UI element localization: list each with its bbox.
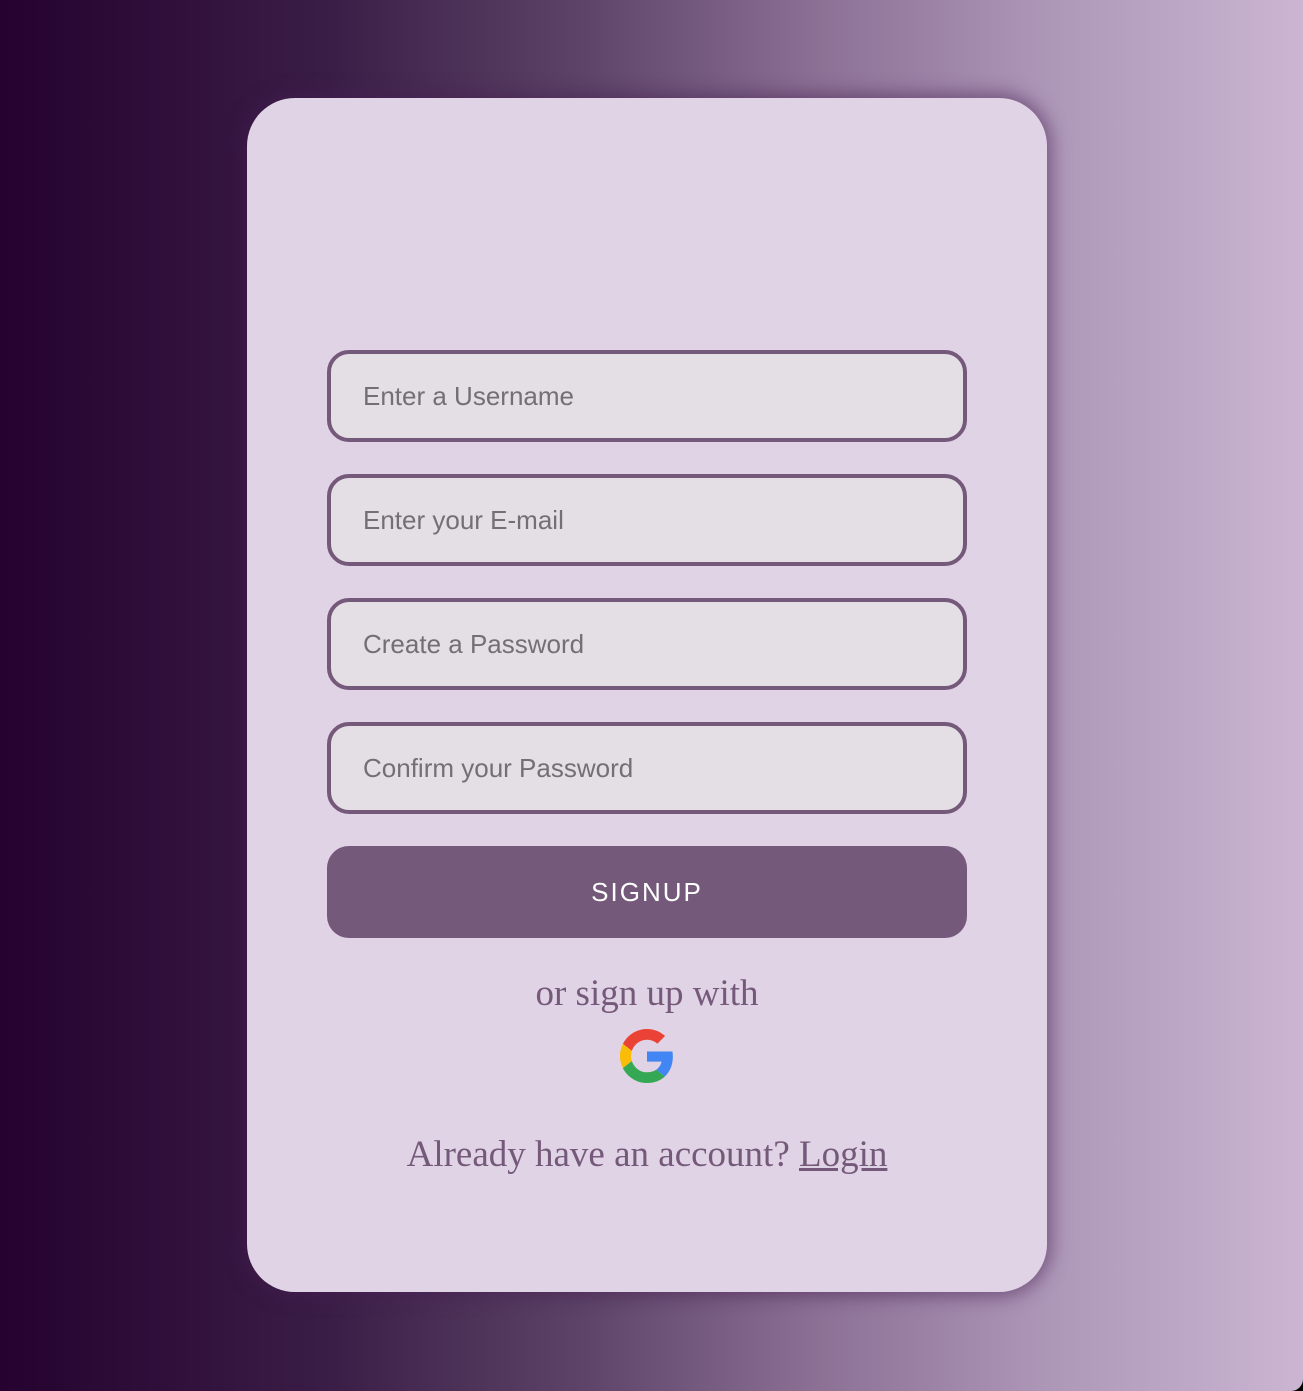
google-icon[interactable] bbox=[620, 1029, 674, 1083]
confirm-password-field[interactable] bbox=[327, 722, 967, 814]
email-field[interactable] bbox=[327, 474, 967, 566]
login-prompt: Already have an account? Login bbox=[247, 1130, 1047, 1180]
alt-signup-text: or sign up with bbox=[535, 973, 759, 1014]
login-prompt-text: Already have an account? bbox=[406, 1134, 799, 1175]
password-field[interactable] bbox=[327, 598, 967, 690]
username-field[interactable] bbox=[327, 350, 967, 442]
login-link[interactable]: Login bbox=[799, 1134, 887, 1175]
signup-card: Let's Sign Up SIGNUP or sign up with Alr… bbox=[247, 98, 1047, 1292]
signup-button[interactable]: SIGNUP bbox=[327, 846, 967, 938]
page-background: Let's Sign Up SIGNUP or sign up with Alr… bbox=[0, 0, 1303, 1391]
